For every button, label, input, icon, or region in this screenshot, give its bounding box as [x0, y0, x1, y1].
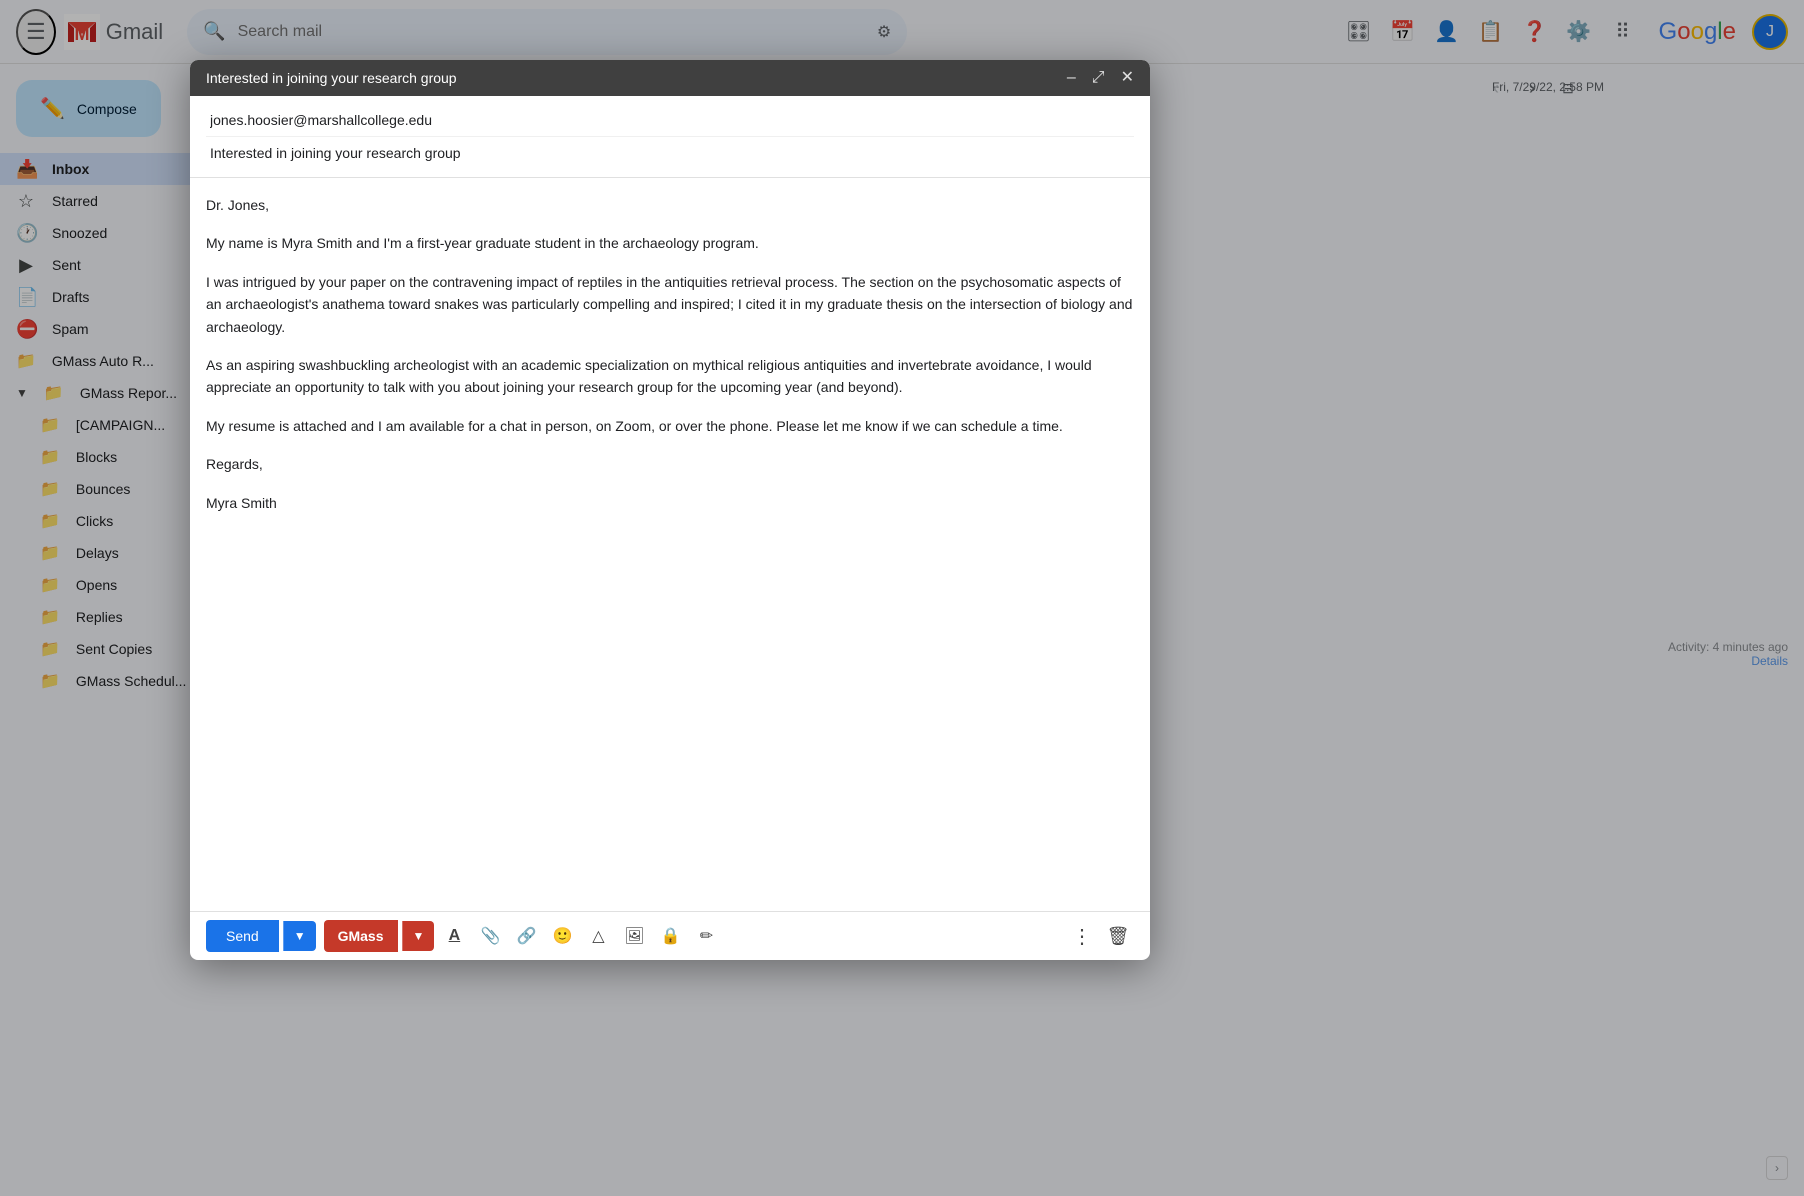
compose-toolbar: Send ▼ GMass ▼ A 📎 🔗 🙂 △ 🖼 🔒 ✏ ⋮ [190, 911, 1150, 960]
drive-button[interactable]: △ [582, 920, 614, 952]
pen-button[interactable]: ✏ [690, 920, 722, 952]
format-text-icon: A [449, 927, 461, 945]
compose-modal: Interested in joining your research grou… [190, 60, 1150, 960]
more-options-button[interactable]: ⋮ [1066, 920, 1098, 952]
emoji-button[interactable]: 🙂 [546, 920, 578, 952]
body-closing: Regards, [206, 453, 1134, 475]
gmass-button[interactable]: GMass [324, 920, 398, 952]
more-icon: ⋮ [1072, 924, 1092, 949]
attach-button[interactable]: 📎 [474, 920, 506, 952]
compose-modal-header: Interested in joining your research grou… [190, 60, 1150, 96]
body-signature: Myra Smith [206, 492, 1134, 514]
photo-button[interactable]: 🖼 [618, 920, 650, 952]
link-icon: 🔗 [516, 926, 536, 946]
compose-body: Dr. Jones, My name is Myra Smith and I'm… [190, 178, 1150, 911]
to-field[interactable] [206, 110, 1134, 130]
format-text-button[interactable]: A [438, 920, 470, 952]
compose-fields [190, 96, 1150, 178]
body-para-3: As an aspiring swashbuckling archeologis… [206, 354, 1134, 399]
pen-icon: ✏ [700, 926, 713, 946]
send-dropdown-button[interactable]: ▼ [283, 921, 316, 951]
minimize-button[interactable]: – [1067, 70, 1076, 86]
link-button[interactable]: 🔗 [510, 920, 542, 952]
lock-icon: 🔒 [660, 926, 680, 946]
lock-button[interactable]: 🔒 [654, 920, 686, 952]
expand-button[interactable]: ⤢ [1092, 70, 1105, 86]
body-para-1: My name is Myra Smith and I'm a first-ye… [206, 232, 1134, 254]
subject-field[interactable] [206, 143, 1134, 163]
delete-draft-button[interactable]: 🗑 [1102, 920, 1134, 952]
delete-icon: 🗑 [1107, 926, 1130, 947]
send-button[interactable]: Send [206, 920, 279, 952]
drive-icon: △ [592, 926, 604, 946]
attach-icon: 📎 [480, 926, 500, 946]
photo-icon: 🖼 [624, 926, 644, 946]
body-para-4: My resume is attached and I am available… [206, 415, 1134, 437]
body-greeting: Dr. Jones, [206, 194, 1134, 216]
close-button[interactable]: ✕ [1121, 70, 1134, 86]
body-para-2: I was intrigued by your paper on the con… [206, 271, 1134, 338]
gmass-dropdown-button[interactable]: ▼ [402, 921, 435, 951]
compose-modal-title: Interested in joining your research grou… [206, 70, 1067, 86]
subject-field-row [206, 137, 1134, 169]
emoji-icon: 🙂 [552, 926, 572, 946]
to-field-row [206, 104, 1134, 137]
compose-modal-controls: – ⤢ ✕ [1067, 70, 1134, 86]
